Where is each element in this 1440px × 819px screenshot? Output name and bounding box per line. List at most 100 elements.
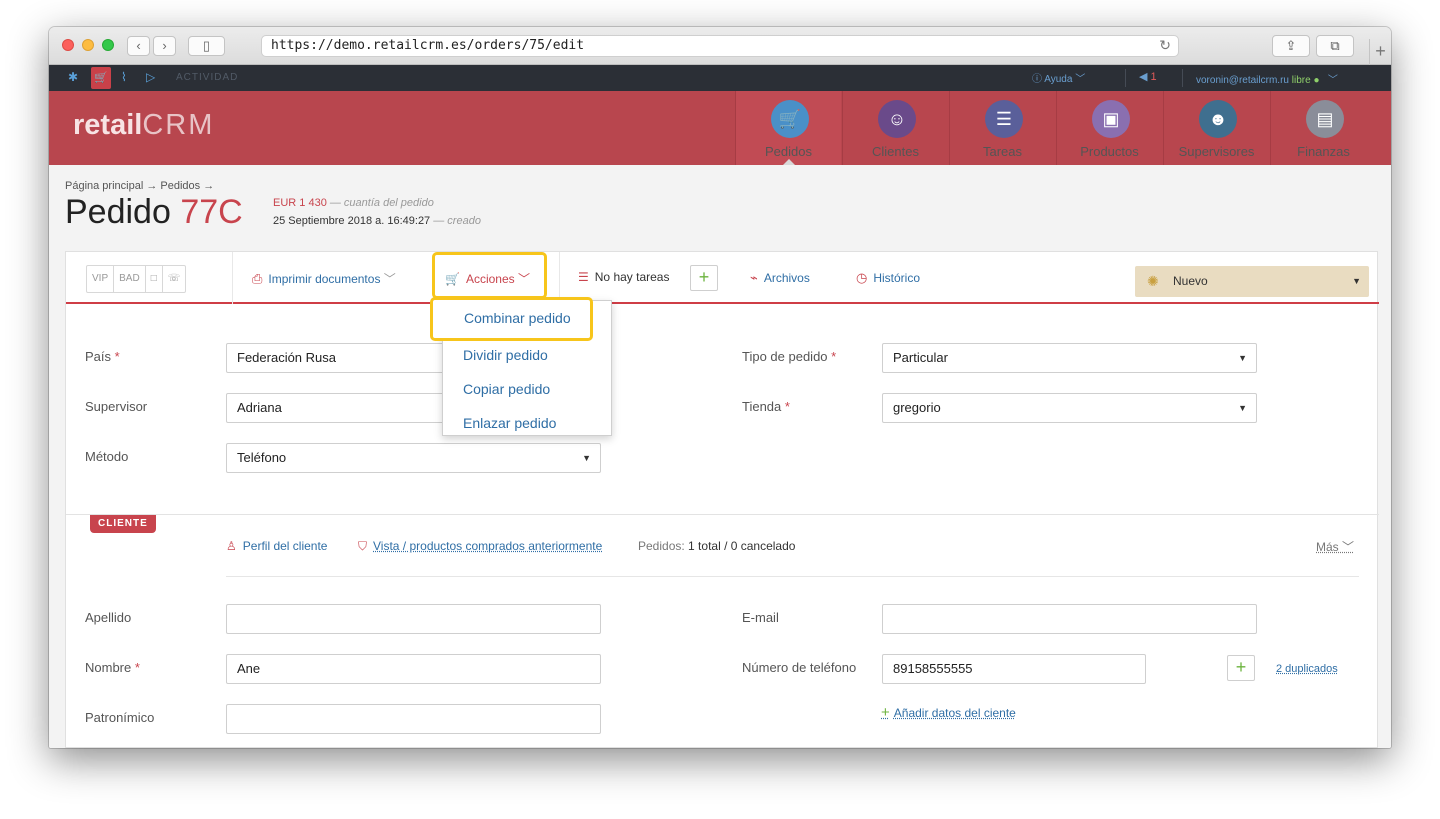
- required-marker: *: [134, 660, 140, 675]
- split-order-menu-item[interactable]: Dividir pedido: [463, 347, 548, 363]
- order-amount: EUR 1 430 — cuantía del pedido: [273, 197, 434, 209]
- nav-label: Tareas: [982, 144, 1023, 159]
- bag-icon: ⛉: [358, 539, 368, 553]
- share-icon: ⇪: [1285, 38, 1297, 53]
- order-toolbar: VIP BAD □ ☏ ⎙ Imprimir documentos ﹀ ☰ No hay …: [66, 252, 1379, 304]
- phone-input[interactable]: 89158555555: [882, 654, 1146, 684]
- help-label: Ayuda: [1044, 74, 1073, 85]
- caret-down-icon: ▼: [582, 453, 591, 463]
- copy-order-menu-item[interactable]: Copiar pedido: [463, 381, 550, 397]
- method-select[interactable]: Teléfono ▼: [226, 443, 601, 473]
- country-value: Federación Rusa: [237, 350, 336, 365]
- duplicates-link[interactable]: 2 duplicados: [1276, 663, 1338, 675]
- print-documents-button[interactable]: ⎙ Imprimir documentos ﹀: [252, 270, 396, 287]
- more-button[interactable]: Más ﹀: [1316, 538, 1354, 555]
- firstname-value: Ane: [237, 661, 261, 676]
- reload-icon[interactable]: ↻: [1159, 36, 1171, 56]
- actions-label: Acciones: [465, 272, 515, 286]
- chevron-down-icon: ﹀: [383, 272, 396, 286]
- zoom-window-button[interactable]: [102, 39, 114, 51]
- no-tasks-label: No hay tareas: [594, 270, 670, 284]
- status-progress: [1174, 260, 1368, 273]
- back-button[interactable]: ‹: [127, 36, 150, 56]
- phone-label: Número de teléfono: [742, 660, 857, 675]
- paperclip-icon: ⌁: [750, 270, 758, 285]
- cart-icon: 🛒: [771, 100, 809, 138]
- lastname-label: Apellido: [85, 610, 132, 625]
- history-label: Histórico: [873, 271, 921, 285]
- merge-order-menu-item[interactable]: Combinar pedido: [430, 297, 593, 341]
- lastname-input[interactable]: [226, 604, 601, 634]
- tabs-overview-button[interactable]: ⧉: [1316, 35, 1354, 57]
- play-icon[interactable]: ▷: [146, 70, 155, 84]
- activity-label[interactable]: ACTIVIDAD: [176, 72, 238, 83]
- actions-button[interactable]: 🛒 Acciones ﹀: [432, 252, 547, 299]
- purchased-products-link[interactable]: ⛉ Vista / productos comprados anteriormen…: [358, 539, 602, 554]
- add-phone-button[interactable]: +: [1227, 655, 1255, 681]
- order-number: 77C: [180, 193, 243, 231]
- chevron-down-icon: ﹀: [1327, 75, 1338, 86]
- order-card: VIP BAD □ ☏ ⎙ Imprimir documentos ﹀ ☰ No hay …: [65, 251, 1379, 748]
- nav-productos[interactable]: ▣ Productos: [1056, 91, 1162, 165]
- sidebar-toggle-button[interactable]: ▯: [188, 36, 225, 56]
- firstname-input[interactable]: Ane: [226, 654, 601, 684]
- new-tab-button[interactable]: +: [1369, 39, 1391, 65]
- store-select[interactable]: gregorio ▼: [882, 393, 1257, 423]
- client-profile-link[interactable]: ♙ Perfil del cliente: [226, 539, 327, 553]
- amount-value: EUR 1 430: [273, 197, 327, 209]
- chevron-down-icon: ﹀: [1342, 540, 1355, 554]
- manager-icon: ☻: [1199, 100, 1237, 138]
- status-value: Nuevo: [1173, 274, 1208, 288]
- add-client-data-link[interactable]: + Añadir datos del ciente: [881, 704, 1016, 721]
- forward-button[interactable]: ›: [153, 36, 176, 56]
- nav-clientes[interactable]: ☺ Clientes: [842, 91, 948, 165]
- retailcrm-logo[interactable]: retailCRM: [73, 109, 214, 142]
- nav-pedidos[interactable]: 🛒 Pedidos: [735, 91, 841, 165]
- user-status: libre: [1291, 75, 1311, 86]
- breadcrumb[interactable]: Página principal → Pedidos →: [65, 180, 214, 192]
- status-select[interactable]: ✺ Nuevo ▼: [1135, 266, 1369, 297]
- minimize-window-button[interactable]: [82, 39, 94, 51]
- plus-icon: +: [881, 704, 890, 721]
- vip-tag-button[interactable]: VIP: [87, 266, 115, 292]
- settings-icon[interactable]: ✱: [68, 70, 78, 84]
- patronymic-input[interactable]: [226, 704, 601, 734]
- share-button[interactable]: ⇪: [1272, 35, 1310, 57]
- main-header: retailCRM 🛒 Pedidos ☺ Clientes ☰ Tareas …: [49, 91, 1391, 165]
- status-dot-icon: ●: [1313, 75, 1320, 86]
- orders-value: 1 total / 0 cancelado: [688, 539, 796, 553]
- chevron-down-icon: ﹀: [518, 272, 531, 286]
- store-label: Tienda *: [742, 399, 790, 414]
- section-divider: [66, 514, 1379, 515]
- nav-tareas[interactable]: ☰ Tareas: [949, 91, 1055, 165]
- notifications-button[interactable]: ◀ 1: [1139, 70, 1157, 83]
- phone-icon[interactable]: ☏: [163, 266, 186, 292]
- add-task-button[interactable]: +: [690, 265, 718, 291]
- order-type-value: Particular: [893, 350, 948, 365]
- files-button[interactable]: ⌁ Archivos: [750, 270, 810, 286]
- email-input[interactable]: [882, 604, 1257, 634]
- user-icon: ☺: [878, 100, 916, 138]
- chevron-down-icon: ﹀: [1075, 74, 1086, 85]
- divider: [1182, 69, 1183, 87]
- bad-tag-button[interactable]: BAD: [114, 266, 146, 292]
- address-bar[interactable]: https://demo.retailcrm.es/orders/75/edit…: [261, 35, 1179, 57]
- nav-label: Pedidos: [765, 144, 812, 159]
- analytics-icon[interactable]: ⌇: [121, 70, 127, 84]
- nav-supervisores[interactable]: ☻ Supervisores: [1163, 91, 1269, 165]
- history-button[interactable]: ◷ Histórico: [856, 270, 920, 286]
- user-menu[interactable]: voronin@retailcrm.ru libre ● ﹀: [1196, 71, 1338, 86]
- cart-icon[interactable]: 🛒: [91, 67, 111, 89]
- supervisor-label: Supervisor: [85, 399, 148, 414]
- link-order-menu-item[interactable]: Enlazar pedido: [463, 415, 556, 431]
- close-window-button[interactable]: [62, 39, 74, 51]
- order-type-select[interactable]: Particular ▼: [882, 343, 1257, 373]
- printer-icon: ⎙: [252, 271, 263, 286]
- help-link[interactable]: ⓘ Ayuda ﹀: [1032, 70, 1085, 85]
- supervisor-value: Adriana: [237, 400, 282, 415]
- chevron-left-icon: ‹: [136, 38, 141, 53]
- nav-finanzas[interactable]: ▤ Finanzas: [1270, 91, 1376, 165]
- client-section-badge: CLIENTE: [90, 515, 156, 533]
- comment-icon[interactable]: □: [146, 266, 163, 292]
- tag-buttons: VIP BAD □ ☏: [86, 265, 187, 293]
